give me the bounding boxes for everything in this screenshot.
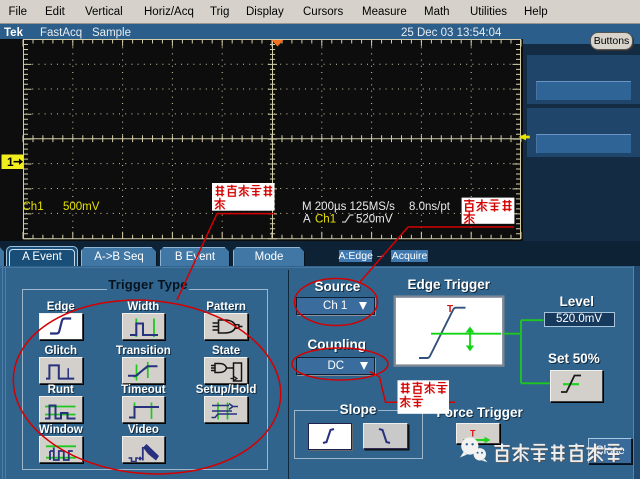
svg-text:Ch1: Ch1 [23, 201, 44, 213]
svg-text:8.0ns/pt: 8.0ns/pt [409, 201, 451, 213]
svg-text:1: 1 [7, 155, 14, 169]
svg-text:A: A [303, 214, 311, 226]
svg-text:500mV: 500mV [63, 201, 100, 213]
svg-text:T: T [470, 428, 476, 438]
svg-text:T: T [447, 304, 453, 315]
svg-text:Ch1: Ch1 [315, 214, 336, 226]
svg-text:M 200µs 125MS/s: M 200µs 125MS/s [302, 201, 395, 213]
svg-text:520mV: 520mV [356, 214, 393, 226]
